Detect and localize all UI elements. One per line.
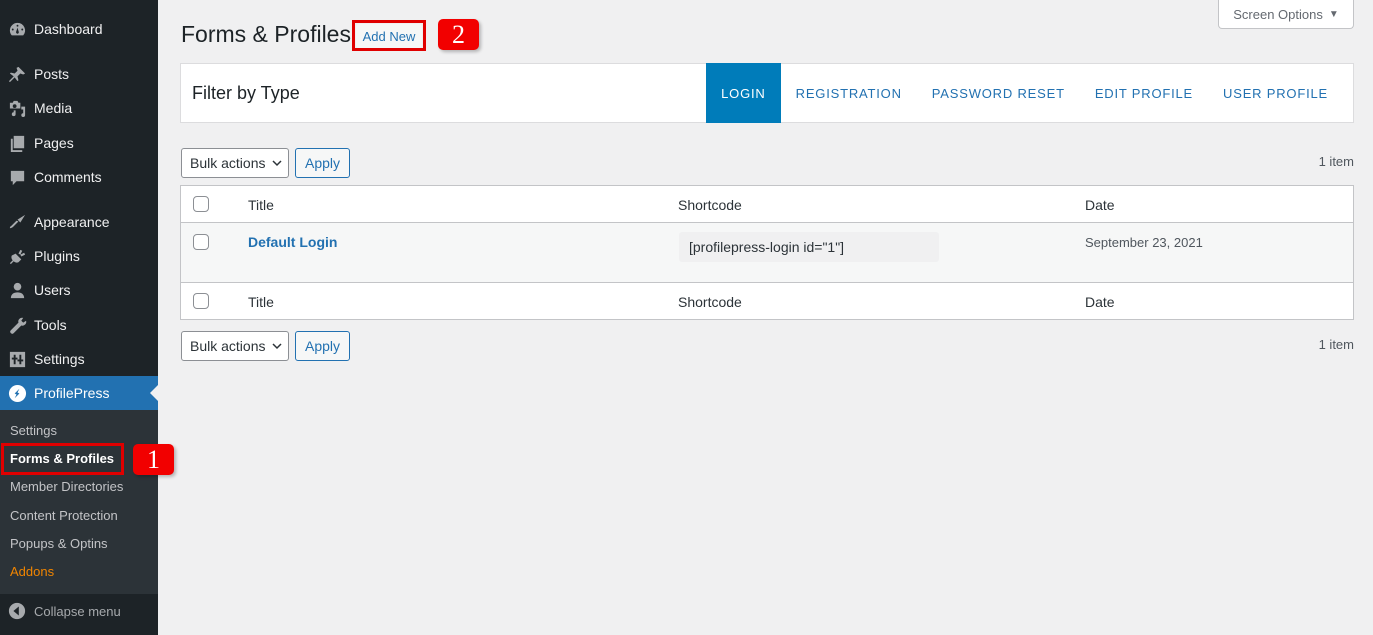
- submenu-item-content-protection[interactable]: Content Protection: [10, 506, 118, 526]
- screen-options-label: Screen Options: [1233, 6, 1323, 22]
- item-count: 1 item: [1318, 154, 1354, 169]
- column-footer-title[interactable]: Title: [248, 294, 274, 310]
- profilepress-submenu: Settings Forms & Profiles Member Directo…: [0, 410, 158, 594]
- annotation-highlight-add-new: [352, 20, 426, 51]
- table-header-row: Title Shortcode Date: [181, 186, 1353, 223]
- select-all-checkbox-footer[interactable]: [193, 293, 209, 309]
- pin-icon: [7, 64, 27, 84]
- wrench-icon: [7, 315, 27, 335]
- forms-table: Title Shortcode Date Default Login [prof…: [180, 185, 1354, 320]
- settings-icon: [7, 349, 27, 369]
- tablenav-top: Bulk actions Apply 1 item: [181, 148, 1354, 178]
- column-header-title[interactable]: Title: [248, 197, 274, 213]
- item-count-bottom: 1 item: [1318, 337, 1354, 352]
- annotation-highlight-forms-profiles: [1, 443, 124, 475]
- row-title-link[interactable]: Default Login: [248, 234, 337, 250]
- sidebar-item-label: Media: [34, 100, 73, 116]
- chevron-down-icon: [272, 160, 283, 167]
- apply-button[interactable]: Apply: [295, 148, 350, 178]
- select-all-checkbox[interactable]: [193, 196, 209, 212]
- page-title: Forms & Profiles: [181, 21, 351, 47]
- submenu-item-addons[interactable]: Addons: [10, 562, 54, 582]
- row-date: September 23, 2021: [1085, 235, 1203, 250]
- sidebar-item-label: Tools: [34, 317, 67, 333]
- table-row: Default Login [profilepress-login id="1"…: [181, 223, 1353, 283]
- sidebar-item-label: Plugins: [34, 248, 80, 264]
- tab-user-profile[interactable]: USER PROFILE: [1208, 63, 1353, 123]
- column-footer-shortcode: Shortcode: [678, 294, 742, 310]
- tablenav-bottom: Bulk actions Apply 1 item: [181, 331, 1354, 361]
- shortcode-field[interactable]: [profilepress-login id="1"]: [679, 232, 939, 262]
- sidebar-item-label: Users: [34, 282, 71, 298]
- filter-by-type-panel: Filter by Type LOGIN REGISTRATION PASSWO…: [180, 63, 1354, 123]
- sidebar-item-label: Settings: [34, 351, 85, 367]
- sidebar-item-comments[interactable]: Comments: [0, 160, 158, 194]
- collapse-menu-button[interactable]: Collapse menu: [0, 594, 158, 628]
- column-header-shortcode: Shortcode: [678, 197, 742, 213]
- paintbrush-icon: [7, 212, 27, 232]
- sidebar-item-settings[interactable]: Settings: [0, 342, 158, 376]
- sidebar-item-label: Dashboard: [34, 21, 103, 37]
- tab-edit-profile[interactable]: EDIT PROFILE: [1080, 63, 1208, 123]
- chevron-down-icon: [272, 343, 283, 350]
- row-checkbox[interactable]: [193, 234, 209, 250]
- sidebar-item-posts[interactable]: Posts: [0, 57, 158, 91]
- media-icon: [7, 98, 27, 118]
- bulk-actions-select-bottom[interactable]: Bulk actions: [181, 331, 289, 361]
- screen-options-button[interactable]: Screen Options ▼: [1218, 0, 1354, 29]
- sidebar-item-label: Appearance: [34, 214, 110, 230]
- sidebar-item-label: Comments: [34, 169, 102, 185]
- sidebar-item-media[interactable]: Media: [0, 91, 158, 125]
- apply-button-bottom[interactable]: Apply: [295, 331, 350, 361]
- comment-icon: [7, 167, 27, 187]
- submenu-item-popups-optins[interactable]: Popups & Optins: [10, 534, 108, 554]
- sidebar-item-pages[interactable]: Pages: [0, 126, 158, 160]
- plugin-icon: [7, 246, 27, 266]
- sidebar-item-label: ProfilePress: [34, 385, 110, 401]
- tab-login[interactable]: LOGIN: [706, 63, 781, 123]
- column-header-date[interactable]: Date: [1085, 197, 1115, 213]
- column-footer-date[interactable]: Date: [1085, 294, 1115, 310]
- sidebar-item-label: Posts: [34, 66, 70, 82]
- dashboard-icon: [7, 19, 27, 39]
- sidebar-item-tools[interactable]: Tools: [0, 308, 158, 342]
- sidebar-item-label: Pages: [34, 135, 74, 151]
- tab-registration[interactable]: REGISTRATION: [781, 63, 917, 123]
- sidebar-item-users[interactable]: Users: [0, 273, 158, 307]
- triangle-down-icon: ▼: [1328, 8, 1339, 20]
- tab-password-reset[interactable]: PASSWORD RESET: [917, 63, 1080, 123]
- table-footer-row: Title Shortcode Date: [181, 283, 1353, 319]
- annotation-badge-1: 1: [133, 444, 174, 475]
- user-icon: [7, 280, 27, 300]
- sidebar-item-plugins[interactable]: Plugins: [0, 239, 158, 273]
- collapse-menu-label: Collapse menu: [34, 603, 121, 619]
- bulk-actions-select[interactable]: Bulk actions: [181, 148, 289, 178]
- active-menu-arrow: [150, 385, 158, 401]
- sidebar-item-profilepress[interactable]: ProfilePress: [0, 376, 158, 410]
- admin-sidebar: Dashboard Posts Media Pages Comments App…: [0, 0, 158, 635]
- submenu-item-settings[interactable]: Settings: [10, 421, 57, 441]
- sidebar-item-appearance[interactable]: Appearance: [0, 205, 158, 239]
- bulk-actions-label: Bulk actions: [190, 338, 266, 354]
- annotation-badge-2: 2: [438, 19, 479, 50]
- sidebar-item-dashboard[interactable]: Dashboard: [0, 12, 158, 46]
- collapse-arrow-icon: [7, 602, 27, 620]
- filter-tabs: LOGIN REGISTRATION PASSWORD RESET EDIT P…: [706, 63, 1353, 123]
- submenu-item-member-directories[interactable]: Member Directories: [10, 477, 123, 497]
- profilepress-icon: [7, 383, 27, 403]
- pages-icon: [7, 133, 27, 153]
- filter-title: Filter by Type: [192, 83, 300, 103]
- bulk-actions-label: Bulk actions: [190, 155, 266, 171]
